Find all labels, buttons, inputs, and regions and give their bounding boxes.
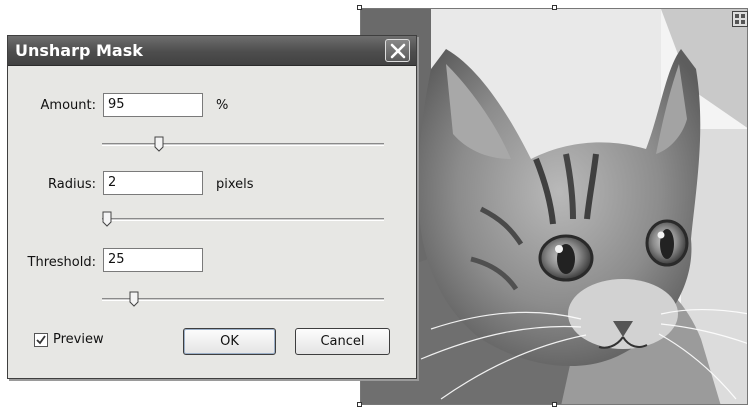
slider-thumb-icon[interactable] (154, 136, 164, 152)
selection-handle-top-left[interactable] (357, 5, 362, 10)
selection-handle-top-center[interactable] (552, 5, 557, 10)
cancel-button[interactable]: Cancel (295, 328, 390, 355)
transform-icon-cell (735, 14, 739, 18)
unsharp-mask-dialog: Unsharp Mask Amount: 95 % Radius: 2 pixe… (7, 35, 417, 379)
transform-icon-cell (735, 20, 739, 24)
kitten-photo (361, 9, 747, 404)
radius-slider[interactable] (102, 211, 384, 227)
slider-thumb-icon[interactable] (102, 211, 112, 227)
transform-icon[interactable] (732, 11, 748, 27)
radius-input[interactable]: 2 (103, 171, 203, 195)
threshold-input[interactable]: 25 (103, 248, 203, 272)
amount-slider[interactable] (102, 136, 384, 152)
slider-thumb-icon[interactable] (129, 291, 139, 307)
selection-handle-bottom-left[interactable] (357, 402, 362, 407)
dialog-title: Unsharp Mask (15, 41, 143, 60)
ok-button[interactable]: OK (183, 328, 276, 355)
dialog-titlebar[interactable]: Unsharp Mask (8, 36, 416, 66)
threshold-slider[interactable] (102, 291, 384, 307)
close-icon (390, 43, 406, 59)
radius-label: Radius: (48, 177, 96, 192)
radius-unit: pixels (216, 177, 254, 192)
transform-icon-cell (741, 20, 745, 24)
preview-label[interactable]: Preview (53, 332, 104, 347)
transform-icon-cell (741, 14, 745, 18)
close-button[interactable] (385, 39, 410, 62)
amount-input[interactable]: 95 (103, 93, 203, 117)
amount-label: Amount: (40, 98, 96, 113)
selection-handle-bottom-center[interactable] (552, 402, 557, 407)
threshold-label: Threshold: (27, 255, 96, 270)
amount-unit: % (216, 98, 229, 113)
checkmark-icon (36, 335, 46, 345)
image-canvas (360, 8, 748, 405)
preview-checkbox[interactable] (34, 333, 48, 347)
